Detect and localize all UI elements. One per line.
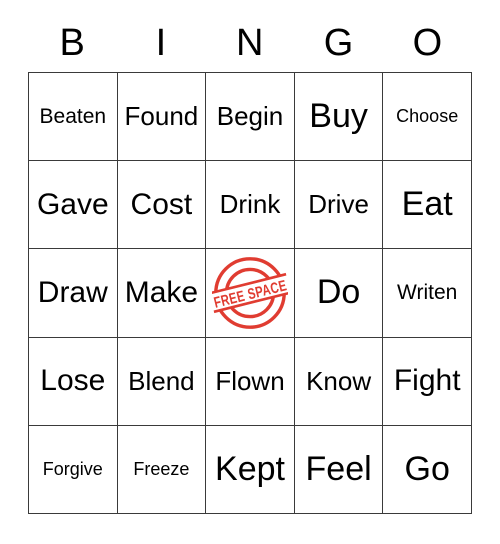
bingo-cell-label: Choose (396, 106, 459, 127)
bingo-cell-label: Draw (37, 276, 108, 310)
bingo-cell-label: Buy (309, 96, 368, 135)
bingo-cell-free-space[interactable]: FREE SPACE (206, 249, 295, 338)
bingo-cell-label: Know (306, 365, 372, 396)
bingo-cell[interactable]: Drink (206, 161, 295, 250)
bingo-cell-label: Fight (393, 364, 461, 398)
bingo-cell[interactable]: Fight (383, 337, 472, 426)
bingo-cell-label: Found (124, 100, 199, 131)
bingo-grid: Beaten Found Begin Buy Choose Gave Cost Drink Dr… (28, 72, 472, 514)
bingo-cell[interactable]: Found (117, 73, 207, 162)
bingo-cell-label: Writen (397, 280, 458, 304)
bingo-cell-label: Kept (215, 449, 285, 488)
bingo-cell-label: Do (316, 273, 361, 312)
bingo-cell[interactable]: Blend (117, 337, 207, 426)
bingo-cell-label: Cost (130, 188, 193, 222)
bingo-cell-label: Drink (219, 189, 281, 220)
bingo-cell[interactable]: Forgive (29, 425, 118, 514)
bingo-cell[interactable]: Choose (383, 73, 472, 162)
bingo-cell[interactable]: Gave (29, 161, 118, 250)
bingo-cell[interactable]: Eat (383, 161, 472, 250)
free-space-stamp-icon: FREE SPACE (211, 255, 288, 331)
bingo-cell-label: Blend (128, 365, 195, 396)
bingo-cell[interactable]: Begin (206, 73, 295, 162)
header-letter-g: G (323, 22, 354, 64)
header-letter-b: B (59, 22, 86, 64)
bingo-cell-label: Forgive (42, 458, 103, 479)
bingo-cell-label: Make (124, 276, 199, 310)
bingo-card: B I N G O Beaten Found Begin Buy Choose Gave C… (0, 0, 500, 544)
bingo-cell[interactable]: Do (294, 249, 384, 338)
bingo-cell[interactable]: Go (383, 425, 472, 514)
bingo-cell[interactable]: Kept (206, 425, 295, 514)
bingo-cell[interactable]: Make (117, 249, 207, 338)
bingo-cell-label: Freeze (133, 458, 190, 479)
bingo-header: B I N G O (28, 14, 472, 72)
bingo-cell[interactable]: Feel (294, 425, 384, 514)
bingo-cell-label: Go (404, 449, 450, 488)
bingo-cell-label: Lose (40, 364, 106, 398)
bingo-cell-label: Begin (216, 100, 284, 131)
header-letter-i: I (155, 22, 167, 64)
bingo-cell[interactable]: Draw (29, 249, 118, 338)
bingo-cell-label: Eat (401, 184, 453, 223)
bingo-cell[interactable]: Know (294, 337, 384, 426)
bingo-cell[interactable]: Lose (29, 337, 118, 426)
bingo-cell[interactable]: Drive (294, 161, 384, 250)
header-letter-n: N (236, 22, 264, 64)
bingo-cell[interactable]: Flown (206, 337, 295, 426)
bingo-cell[interactable]: Cost (117, 161, 207, 250)
header-letter-o: O (412, 22, 443, 64)
bingo-cell[interactable]: Buy (294, 73, 384, 162)
bingo-cell[interactable]: Freeze (117, 425, 207, 514)
bingo-cell-label: Beaten (39, 104, 107, 128)
bingo-cell-label: Flown (215, 365, 285, 396)
bingo-cell-label: Drive (308, 189, 369, 220)
bingo-cell-label: Gave (36, 188, 109, 222)
bingo-cell[interactable]: Writen (383, 249, 472, 338)
bingo-cell-label: Feel (305, 449, 372, 488)
bingo-cell[interactable]: Beaten (29, 73, 118, 162)
